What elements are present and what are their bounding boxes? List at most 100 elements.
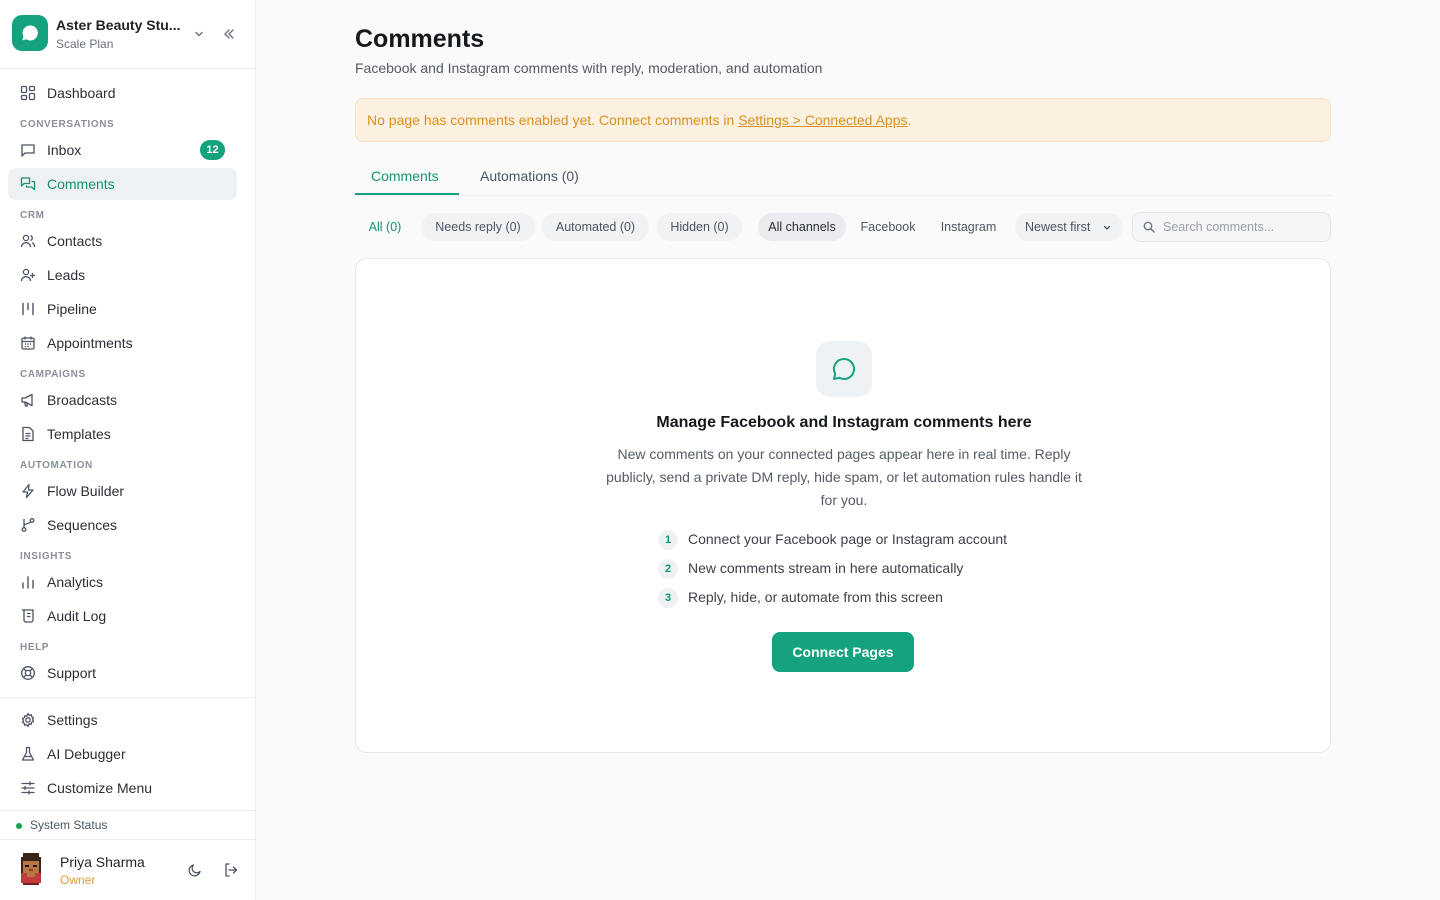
filter-all[interactable]: All (0) bbox=[357, 213, 413, 241]
chevron-down-icon[interactable] bbox=[193, 28, 205, 40]
nav-templates[interactable]: Templates bbox=[8, 418, 237, 450]
nav-contacts[interactable]: Contacts bbox=[8, 225, 237, 257]
nav-customize-menu[interactable]: Customize Menu bbox=[8, 772, 237, 804]
section-campaigns: CAMPAIGNS bbox=[20, 369, 86, 380]
filter-needs-reply[interactable]: Needs reply (0) bbox=[421, 213, 535, 241]
logout-icon[interactable] bbox=[223, 862, 239, 878]
megaphone-icon bbox=[21, 393, 33, 407]
scroll-icon bbox=[22, 609, 34, 623]
nav-settings[interactable]: Settings bbox=[8, 704, 237, 736]
add-user-icon bbox=[20, 268, 35, 282]
nav-label: Contacts bbox=[47, 233, 103, 249]
section-help: HELP bbox=[20, 642, 50, 653]
tab-comments[interactable]: Comments bbox=[371, 168, 439, 184]
nav-label: Leads bbox=[47, 267, 86, 283]
empty-state-card: Manage Facebook and Instagram comments h… bbox=[355, 258, 1331, 753]
page-title: Comments bbox=[355, 25, 485, 53]
nav-label: Inbox bbox=[47, 142, 82, 158]
nav-sequences[interactable]: Sequences bbox=[8, 509, 237, 541]
sort-label: Newest first bbox=[1025, 220, 1091, 234]
warning-suffix: . bbox=[907, 112, 912, 128]
nav-support[interactable]: Support bbox=[8, 657, 237, 689]
connected-apps-link[interactable]: Settings > Connected Apps bbox=[738, 112, 907, 128]
nav-label: Dashboard bbox=[47, 85, 116, 101]
warning-banner: No page has comments enabled yet. Connec… bbox=[355, 98, 1331, 142]
tab-automations[interactable]: Automations (0) bbox=[480, 168, 579, 184]
sliders-icon bbox=[21, 781, 35, 795]
section-automation: AUTOMATION bbox=[20, 460, 93, 471]
step-number: 1 bbox=[658, 530, 678, 550]
nav-label: Templates bbox=[47, 426, 111, 442]
nav-label: Support bbox=[47, 665, 97, 681]
warning-message: No page has comments enabled yet. Connec… bbox=[367, 112, 739, 128]
nav-label: Sequences bbox=[47, 517, 118, 533]
gear-icon bbox=[21, 712, 35, 728]
system-status-label: System Status bbox=[30, 818, 108, 832]
inbox-count-badge: 12 bbox=[200, 140, 225, 160]
flask-icon bbox=[21, 746, 35, 761]
nav-flow-builder[interactable]: Flow Builder bbox=[8, 475, 237, 507]
sidebar: Aster Beauty Stu... Scale Plan Dashboard… bbox=[0, 0, 256, 900]
channel-instagram[interactable]: Instagram bbox=[932, 213, 1005, 241]
contacts-icon bbox=[20, 234, 36, 248]
workspace-switcher[interactable]: Aster Beauty Stu... Scale Plan bbox=[0, 0, 256, 69]
search-icon bbox=[1143, 221, 1155, 233]
nav-dashboard[interactable]: Dashboard bbox=[8, 77, 237, 109]
step-text: Connect your Facebook page or Instagram … bbox=[688, 531, 1008, 547]
nav-label: Comments bbox=[47, 176, 115, 192]
chevron-down-icon bbox=[1103, 225, 1111, 230]
connect-pages-button[interactable]: Connect Pages bbox=[772, 632, 914, 672]
nav-label: Appointments bbox=[47, 335, 133, 351]
sidebar-divider bbox=[0, 697, 256, 698]
workspace-plan: Scale Plan bbox=[56, 37, 114, 51]
workspace-logo-icon bbox=[12, 15, 48, 51]
nav-ai-debugger[interactable]: AI Debugger bbox=[8, 738, 237, 770]
nav-label: Settings bbox=[47, 712, 98, 728]
lightning-icon bbox=[22, 483, 34, 499]
warning-text: No page has comments enabled yet. Connec… bbox=[367, 112, 911, 128]
branch-icon bbox=[21, 518, 35, 532]
nav-label: Customize Menu bbox=[47, 780, 153, 796]
nav-leads[interactable]: Leads bbox=[8, 259, 237, 291]
user-profile: Priya Sharma Owner bbox=[0, 840, 256, 900]
collapse-sidebar-icon[interactable] bbox=[221, 26, 237, 42]
nav-inbox[interactable]: Inbox 12 bbox=[8, 134, 237, 166]
page-subtitle: Facebook and Instagram comments with rep… bbox=[355, 60, 823, 76]
status-dot-icon bbox=[16, 823, 22, 829]
channel-facebook[interactable]: Facebook bbox=[854, 213, 922, 241]
search-input[interactable] bbox=[1163, 218, 1323, 236]
nav-broadcasts[interactable]: Broadcasts bbox=[8, 384, 237, 416]
nav-label: Flow Builder bbox=[47, 483, 125, 499]
user-name: Priya Sharma bbox=[60, 854, 145, 870]
nav-analytics[interactable]: Analytics bbox=[8, 566, 237, 598]
main-content: Comments Facebook and Instagram comments… bbox=[256, 0, 1440, 900]
workspace-name: Aster Beauty Stu... bbox=[56, 17, 181, 33]
step-text: Reply, hide, or automate from this scree… bbox=[688, 589, 943, 605]
user-role: Owner bbox=[60, 873, 96, 887]
pipeline-icon bbox=[22, 302, 34, 316]
nav-comments[interactable]: Comments bbox=[8, 168, 237, 200]
empty-state-title: Manage Facebook and Instagram comments h… bbox=[656, 414, 1032, 431]
avatar[interactable] bbox=[17, 853, 45, 885]
step-number: 3 bbox=[658, 588, 678, 608]
filter-hidden[interactable]: Hidden (0) bbox=[657, 213, 742, 241]
step-number: 2 bbox=[658, 559, 678, 579]
bar-chart-icon bbox=[22, 576, 34, 589]
section-conversations: CONVERSATIONS bbox=[20, 119, 115, 130]
channel-all[interactable]: All channels bbox=[758, 213, 846, 241]
sidebar-divider bbox=[0, 810, 256, 811]
section-insights: INSIGHTS bbox=[20, 551, 73, 562]
nav-appointments[interactable]: Appointments bbox=[8, 327, 237, 359]
tab-bar: Comments Automations (0) bbox=[355, 158, 1331, 196]
search-box bbox=[1132, 212, 1331, 242]
sort-select[interactable]: Newest first bbox=[1015, 213, 1123, 241]
nav-label: Broadcasts bbox=[47, 392, 118, 408]
filter-automated[interactable]: Automated (0) bbox=[542, 213, 649, 241]
lifebuoy-icon bbox=[21, 666, 35, 680]
nav-audit-log[interactable]: Audit Log bbox=[8, 600, 237, 632]
chat-bubble-icon bbox=[816, 341, 872, 397]
moon-icon[interactable] bbox=[187, 862, 203, 878]
active-tab-indicator bbox=[355, 193, 459, 195]
nav-pipeline[interactable]: Pipeline bbox=[8, 293, 237, 325]
document-icon bbox=[22, 426, 34, 442]
